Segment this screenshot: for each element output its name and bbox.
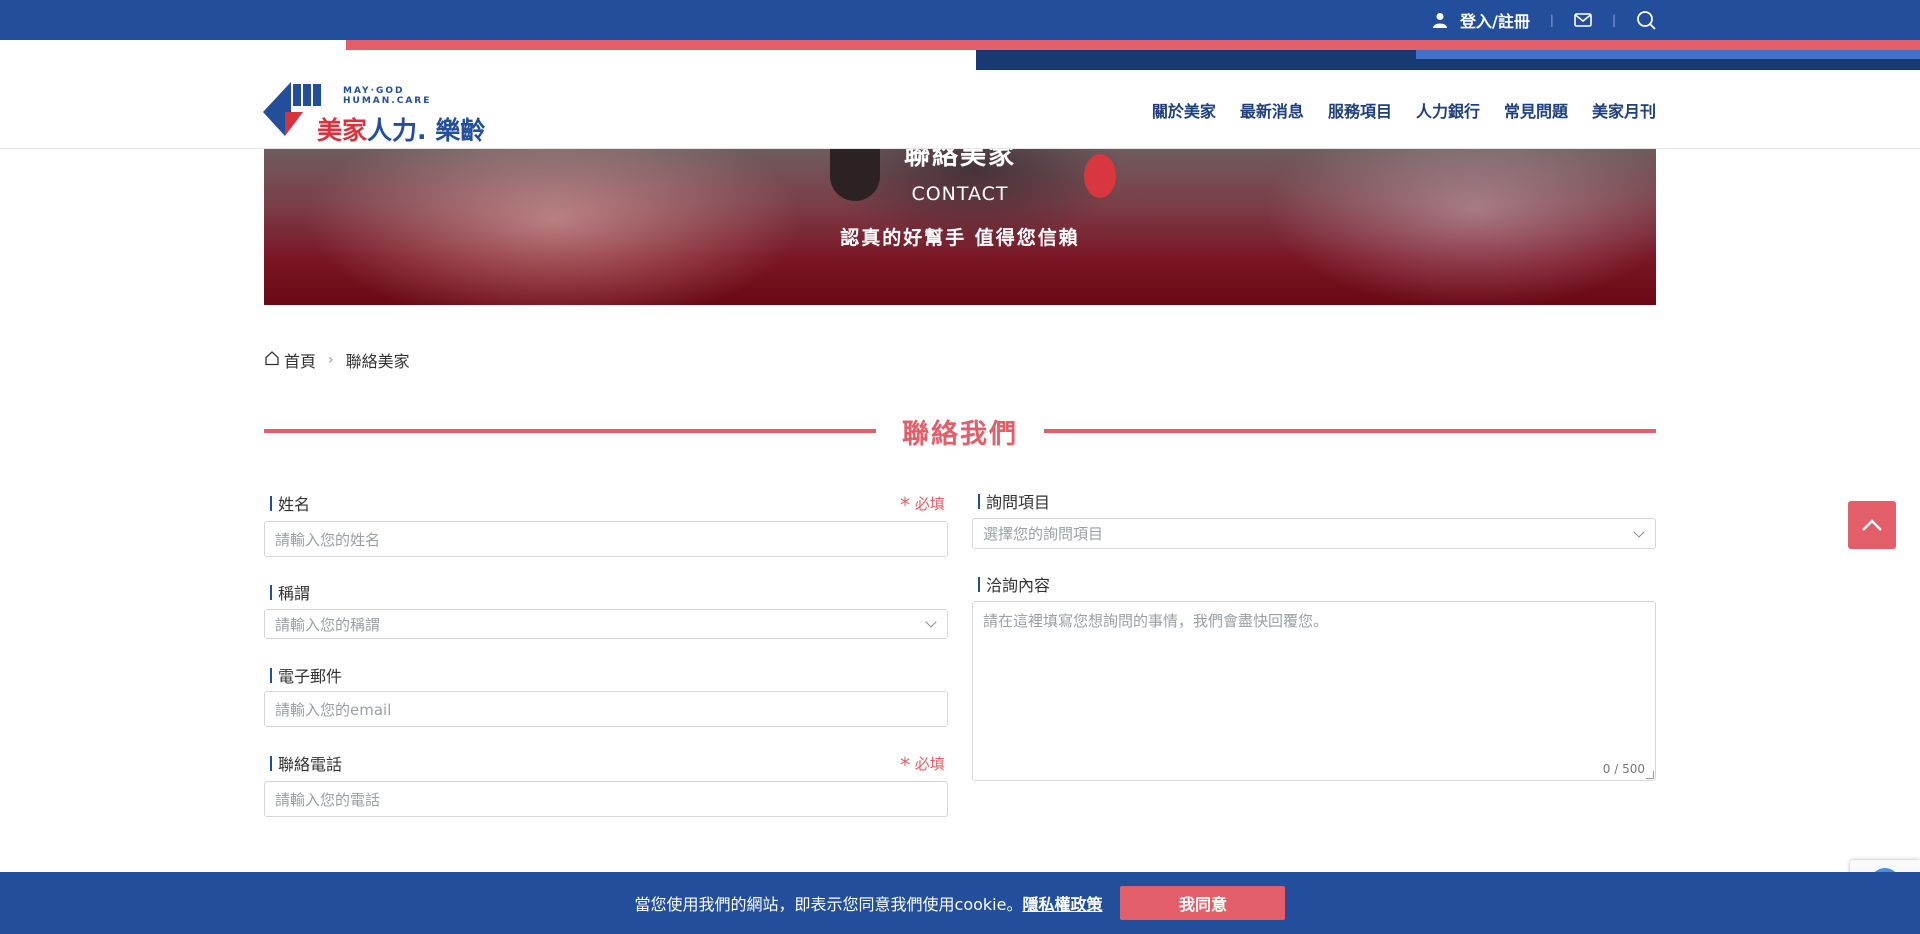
content-placeholder: 請在這裡填寫您想詢問的事情，我們會盡快回覆您。 xyxy=(983,612,1329,630)
section-divider-right xyxy=(1044,429,1656,433)
divider: | xyxy=(1611,13,1616,27)
login-register-label: 登入/註冊 xyxy=(1460,12,1530,31)
logo-english-text: MAY·GOD HUMAN.CARE xyxy=(343,86,432,106)
nav-item-news[interactable]: 最新消息 xyxy=(1240,98,1304,122)
character-counter: 0 / 500 xyxy=(1602,762,1645,776)
section-divider-left xyxy=(264,429,876,433)
login-register-link[interactable]: 登入/註冊 xyxy=(1432,8,1530,32)
decorative-stripe-blue xyxy=(1416,50,1920,59)
title-label: 稱謂 xyxy=(270,580,310,604)
logo-chinese-text: 美家人力. 樂齡 xyxy=(317,116,486,145)
hero-banner: 聯絡美家 CONTACT 認真的好幫手 值得您信賴 xyxy=(264,149,1656,305)
nav-item-about[interactable]: 關於美家 xyxy=(1152,98,1216,122)
hero-title: 聯絡美家 xyxy=(903,149,1016,171)
content-label: 洽詢內容 xyxy=(978,572,1050,596)
breadcrumb-current: 聯絡美家 xyxy=(345,352,410,371)
chevron-down-icon xyxy=(925,616,937,628)
hero-slogan: 認真的好幫手 值得您信賴 xyxy=(840,227,1080,249)
chevron-right-icon: › xyxy=(328,352,334,368)
nav-item-jobs[interactable]: 人力銀行 xyxy=(1416,98,1480,122)
nav-item-services[interactable]: 服務項目 xyxy=(1328,98,1392,122)
utility-links: 登入/註冊 | | xyxy=(1432,0,1656,40)
breadcrumb: 首頁 › 聯絡美家 xyxy=(264,348,410,372)
privacy-policy-link[interactable]: 隱私權政策 xyxy=(1022,895,1102,914)
phone-label: 聯絡電話 xyxy=(270,751,342,775)
inquiry-label: 詢問項目 xyxy=(978,489,1050,513)
site-logo[interactable]: MAY·GOD HUMAN.CARE 美家人力. 樂齡 xyxy=(263,78,485,145)
breadcrumb-home-label: 首頁 xyxy=(284,352,317,371)
main-nav: 關於美家 最新消息 服務項目 人力銀行 常見問題 美家月刊 xyxy=(1152,70,1656,149)
chevron-up-icon xyxy=(1862,519,1882,531)
title-select[interactable]: 請輸入您的稱謂 xyxy=(264,609,948,639)
divider: | xyxy=(1549,13,1554,27)
top-utility-bar: 登入/註冊 | | xyxy=(0,0,1920,40)
nav-item-monthly[interactable]: 美家月刊 xyxy=(1592,98,1656,122)
search-icon[interactable] xyxy=(1636,10,1656,30)
logo-mark-icon xyxy=(263,82,321,136)
decorative-stripe-red xyxy=(346,40,1920,50)
cookie-message: 當您使用我們的網站，即表示您同意我們使用cookie。 xyxy=(634,895,1023,914)
inquiry-select[interactable]: 選擇您的詢問項目 xyxy=(972,518,1656,549)
cookie-consent-bar: 當您使用我們的網站，即表示您同意我們使用cookie。隱私權政策 我同意 xyxy=(0,872,1920,934)
email-label: 電子郵件 xyxy=(270,663,342,687)
content-textarea[interactable]: 請在這裡填寫您想詢問的事情，我們會盡快回覆您。 0 / 500 xyxy=(972,601,1656,781)
back-to-top-button[interactable] xyxy=(1848,501,1896,549)
home-icon xyxy=(264,350,280,370)
email-input[interactable]: 請輸入您的email xyxy=(264,691,948,727)
required-marker: * 必填 xyxy=(900,493,945,517)
name-label: 姓名 xyxy=(270,491,310,515)
breadcrumb-home[interactable]: 首頁 xyxy=(264,348,316,372)
mail-icon[interactable] xyxy=(1574,13,1592,27)
resize-handle[interactable] xyxy=(1646,771,1654,779)
site-header: MAY·GOD HUMAN.CARE 美家人力. 樂齡 關於美家 最新消息 服務… xyxy=(0,70,1920,149)
cookie-agree-button[interactable]: 我同意 xyxy=(1120,886,1286,920)
chevron-down-icon xyxy=(1633,525,1645,538)
user-icon xyxy=(1432,12,1448,28)
phone-input[interactable]: 請輸入您的電話 xyxy=(264,781,948,817)
required-marker: * 必填 xyxy=(900,753,945,777)
nav-item-faq[interactable]: 常見問題 xyxy=(1504,98,1568,122)
name-input[interactable]: 請輸入您的姓名 xyxy=(264,521,948,557)
section-title: 聯絡我們 xyxy=(902,419,1018,450)
hero-subtitle: CONTACT xyxy=(911,183,1009,205)
cookie-message-line: 當您使用我們的網站，即表示您同意我們使用cookie。隱私權政策 xyxy=(635,891,1103,915)
